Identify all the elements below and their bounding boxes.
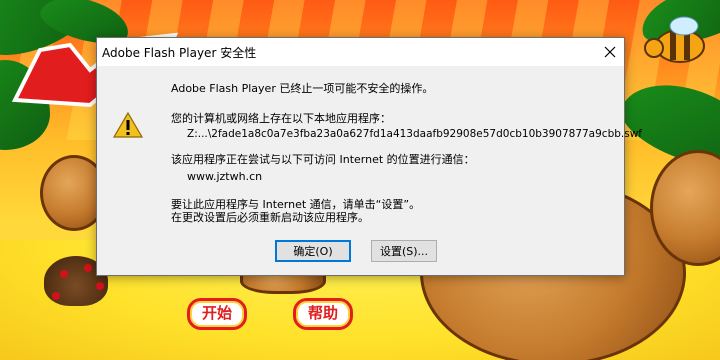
restart-notice: 在更改设置后必须重新启动该应用程序。 xyxy=(171,211,369,224)
red-berry xyxy=(96,282,104,290)
red-berry xyxy=(84,264,92,272)
internet-url: www.jztwh.cn xyxy=(187,170,263,183)
settings-button[interactable]: 设置(S)... xyxy=(371,240,437,262)
close-icon xyxy=(604,46,616,58)
ok-button[interactable]: 确定(O) xyxy=(275,240,351,262)
game-help-button[interactable]: 帮助 xyxy=(293,298,353,330)
dialog-titlebar: Adobe Flash Player 安全性 xyxy=(97,38,624,66)
game-start-button[interactable]: 开始 xyxy=(187,298,247,330)
internet-location-label: 该应用程序正在尝试与以下可访问 Internet 的位置进行通信： xyxy=(171,153,475,166)
dialog-message: Adobe Flash Player 已终止一项可能不安全的操作。 xyxy=(171,82,434,95)
dialog-title: Adobe Flash Player 安全性 xyxy=(102,46,257,60)
close-button[interactable] xyxy=(596,38,624,66)
red-berry xyxy=(60,270,68,278)
bee-character xyxy=(644,16,705,63)
red-berry xyxy=(52,292,60,300)
file-path: Z:...\2fade1a8c0a7e3fba23a0a627fd1a413da… xyxy=(187,128,642,140)
warning-icon xyxy=(113,111,143,138)
security-dialog: Adobe Flash Player 安全性 Adobe Flash Playe… xyxy=(96,37,642,276)
local-app-label: 您的计算机或网络上存在以下本地应用程序： xyxy=(171,112,391,125)
